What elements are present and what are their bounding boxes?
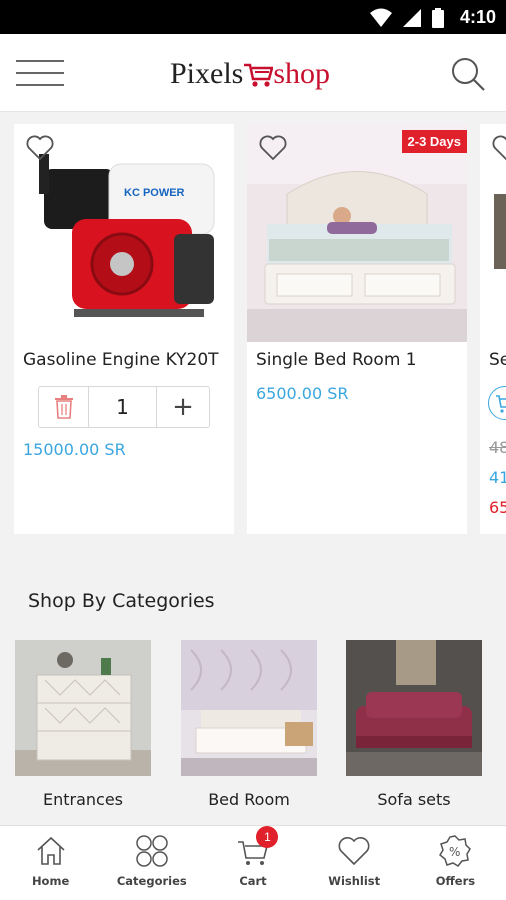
logo-text-shop: shop bbox=[273, 57, 331, 90]
nav-categories[interactable]: Categories bbox=[101, 826, 202, 900]
delivery-badge: 2-3 Days bbox=[401, 130, 467, 153]
increase-button[interactable]: + bbox=[157, 387, 209, 427]
entrances-image bbox=[15, 640, 151, 776]
wishlist-heart-button[interactable] bbox=[492, 134, 506, 162]
product-card[interactable]: KC POWER Gasoline Engine KY20T 1 + 15000… bbox=[14, 124, 234, 534]
product-old-price: 48 bbox=[489, 438, 506, 457]
product-name[interactable]: Se bbox=[489, 350, 506, 370]
search-icon bbox=[452, 58, 485, 91]
category-image[interactable] bbox=[181, 640, 317, 776]
logo-cart-icon bbox=[244, 63, 274, 87]
wifi-icon bbox=[369, 8, 392, 27]
product-carousel[interactable]: KC POWER Gasoline Engine KY20T 1 + 15000… bbox=[0, 124, 506, 534]
quantity-stepper: 1 + bbox=[38, 386, 210, 428]
nav-label: Categories bbox=[116, 874, 187, 888]
heart-icon bbox=[26, 135, 54, 161]
heart-icon bbox=[492, 135, 506, 161]
nav-wishlist[interactable]: Wishlist bbox=[304, 826, 405, 900]
heart-icon bbox=[259, 135, 287, 161]
sofa-image bbox=[346, 640, 482, 776]
wishlist-heart-button[interactable] bbox=[259, 134, 287, 162]
add-to-cart-button[interactable] bbox=[488, 386, 506, 420]
home-icon bbox=[37, 836, 65, 865]
battery-icon bbox=[431, 7, 444, 28]
category-item-sofa-sets[interactable]: Sofa sets bbox=[346, 640, 482, 809]
cart-count-badge: 1 bbox=[256, 826, 279, 848]
menu-icon bbox=[16, 60, 64, 62]
logo: Pixels shop bbox=[170, 54, 330, 94]
category-item-entrances[interactable]: Entrances bbox=[15, 640, 151, 809]
category-label[interactable]: Bed Room bbox=[181, 790, 317, 809]
nav-cart[interactable]: 1 Cart bbox=[202, 826, 303, 900]
nav-home[interactable]: Home bbox=[0, 826, 101, 900]
menu-button[interactable] bbox=[16, 60, 64, 88]
category-image[interactable] bbox=[346, 640, 482, 776]
product-sale-price: 65 bbox=[489, 498, 506, 517]
categories-icon bbox=[136, 835, 168, 867]
product-name[interactable]: Single Bed Room 1 bbox=[256, 350, 417, 370]
nav-label: Wishlist bbox=[328, 874, 381, 888]
nav-label: Cart bbox=[239, 874, 267, 888]
app-header: Pixels shop bbox=[0, 34, 506, 112]
nav-offers[interactable]: % Offers bbox=[405, 826, 506, 900]
svg-text:%: % bbox=[449, 845, 460, 859]
product-price: 6500.00 SR bbox=[256, 384, 349, 403]
product-name[interactable]: Gasoline Engine KY20T bbox=[23, 350, 219, 370]
quantity-value[interactable]: 1 bbox=[89, 387, 157, 427]
category-image[interactable] bbox=[15, 640, 151, 776]
cart-icon bbox=[496, 395, 506, 413]
nav-label: Home bbox=[31, 874, 70, 888]
wishlist-heart-button[interactable] bbox=[26, 134, 54, 162]
status-icons: 4:10 bbox=[369, 7, 496, 28]
search-button[interactable] bbox=[450, 56, 486, 92]
logo-text-pixels: Pixels bbox=[170, 57, 244, 90]
status-bar: 4:10 bbox=[0, 0, 506, 34]
product-card[interactable]: Se 48 41 65 bbox=[480, 124, 506, 534]
category-label[interactable]: Entrances bbox=[15, 790, 151, 809]
remove-button[interactable] bbox=[39, 387, 89, 427]
bedroom-image bbox=[181, 640, 317, 776]
trash-icon bbox=[54, 395, 73, 419]
nav-label: Offers bbox=[435, 874, 476, 888]
status-time: 4:10 bbox=[459, 7, 496, 27]
product-price: 15000.00 SR bbox=[23, 440, 126, 459]
offers-icon: % bbox=[439, 835, 472, 867]
category-label[interactable]: Sofa sets bbox=[346, 790, 482, 809]
signal-icon bbox=[402, 8, 421, 27]
bottom-navigation: Home Categories 1 Cart Wishlist % Offers bbox=[0, 825, 506, 900]
product-card[interactable]: 2-3 Days Single Bed Room 1 6500.00 SR bbox=[247, 124, 467, 534]
section-title-categories: Shop By Categories bbox=[28, 590, 215, 612]
product-price: 41 bbox=[489, 468, 506, 487]
plus-icon: + bbox=[172, 392, 194, 422]
heart-icon bbox=[338, 837, 370, 866]
category-item-bed-room[interactable]: Bed Room bbox=[181, 640, 317, 809]
menu-icon-line bbox=[16, 84, 64, 86]
menu-icon-line bbox=[16, 72, 64, 74]
engine-brand-text: KC POWER bbox=[124, 187, 185, 199]
